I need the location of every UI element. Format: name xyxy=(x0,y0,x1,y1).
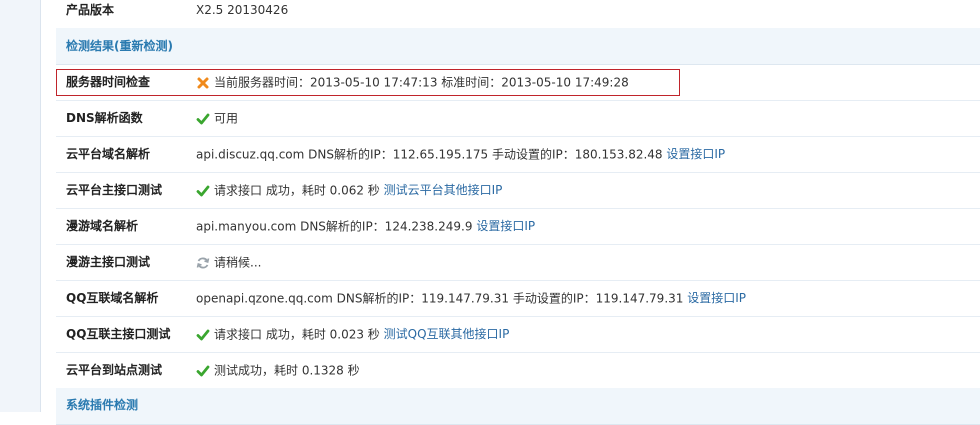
cloud-domain-row: 云平台域名解析 api.discuz.qq.com DNS解析的IP：112.6… xyxy=(56,136,980,173)
manyou-domain-value: api.manyou.com DNS解析的IP：124.238.249.9 设置… xyxy=(196,208,535,244)
qq-domain-set-ip-link[interactable]: 设置接口IP xyxy=(687,291,746,305)
site-test-text: 测试成功，耗时 0.1328 秒 xyxy=(214,363,360,378)
manyou-domain-text: api.manyou.com DNS解析的IP：124.238.249.9 xyxy=(196,219,473,234)
dns-function-label: DNS解析函数 xyxy=(66,111,143,125)
dns-function-value: 可用 xyxy=(196,100,238,136)
manyou-api-text: 请稍候... xyxy=(214,255,262,270)
server-time-row: 服务器时间检查 当前服务器时间：2013-05-10 17:47:13 标准时间… xyxy=(56,64,980,101)
manyou-domain-row: 漫游域名解析 api.manyou.com DNS解析的IP：124.238.2… xyxy=(56,208,980,245)
manyou-domain-label: 漫游域名解析 xyxy=(66,219,139,233)
cloud-api-value: 请求接口 成功，耗时 0.062 秒 测试云平台其他接口IP xyxy=(196,172,502,208)
cloud-api-row: 云平台主接口测试 请求接口 成功，耗时 0.062 秒 测试云平台其他接口IP xyxy=(56,172,980,209)
manyou-domain-set-ip-link[interactable]: 设置接口IP xyxy=(476,219,535,233)
cloud-domain-label: 云平台域名解析 xyxy=(66,147,151,161)
qq-api-value: 请求接口 成功，耗时 0.023 秒 测试QQ互联其他接口IP xyxy=(196,316,509,352)
dns-function-row: DNS解析函数 可用 xyxy=(56,100,980,137)
qq-domain-row: QQ互联域名解析 openapi.qzone.qq.com DNS解析的IP：1… xyxy=(56,280,980,317)
results-section-header: 检测结果(重新检测) xyxy=(56,28,980,65)
server-time-label: 服务器时间检查 xyxy=(66,75,151,89)
qq-api-test-other-link[interactable]: 测试QQ互联其他接口IP xyxy=(384,327,510,341)
site-test-label: 云平台到站点测试 xyxy=(66,363,163,377)
manyou-api-row: 漫游主接口测试 请稍候... xyxy=(56,244,980,281)
site-test-row: 云平台到站点测试 测试成功，耗时 0.1328 秒 xyxy=(56,352,980,389)
qq-api-label: QQ互联主接口测试 xyxy=(66,327,171,341)
check-icon xyxy=(196,329,210,340)
qq-api-text: 请求接口 成功，耗时 0.023 秒 xyxy=(214,327,380,342)
server-time-value: 当前服务器时间：2013-05-10 17:47:13 标准时间：2013-05… xyxy=(196,64,629,100)
cloud-domain-value: api.discuz.qq.com DNS解析的IP：112.65.195.17… xyxy=(196,136,725,172)
manyou-api-label: 漫游主接口测试 xyxy=(66,255,151,269)
cloud-domain-text: api.discuz.qq.com DNS解析的IP：112.65.195.17… xyxy=(196,147,663,162)
left-sidebar-strip xyxy=(0,0,41,412)
product-version-row: 产品版本 X2.5 20130426 xyxy=(56,0,980,29)
results-section-title[interactable]: 检测结果(重新检测) xyxy=(66,28,173,64)
dns-function-text: 可用 xyxy=(214,111,239,126)
check-icon xyxy=(196,113,210,124)
check-icon xyxy=(196,185,210,196)
qq-domain-label: QQ互联域名解析 xyxy=(66,291,159,305)
cloud-api-label: 云平台主接口测试 xyxy=(66,183,163,197)
x-icon xyxy=(197,77,209,88)
cloud-diagnostics-panel: 产品版本 X2.5 20130426 检测结果(重新检测) 服务器时间检查 当前… xyxy=(56,0,980,425)
product-version-value: X2.5 20130426 xyxy=(196,3,289,17)
manyou-api-value: 请稍候... xyxy=(196,244,261,280)
site-test-value: 测试成功，耗时 0.1328 秒 xyxy=(196,352,360,388)
product-version-label: 产品版本 xyxy=(66,3,115,17)
plugins-section-header: 系统插件检测 xyxy=(56,388,980,425)
qq-domain-text: openapi.qzone.qq.com DNS解析的IP：119.147.79… xyxy=(196,291,684,306)
cloud-api-text: 请求接口 成功，耗时 0.062 秒 xyxy=(214,183,380,198)
server-time-text: 当前服务器时间：2013-05-10 17:47:13 标准时间：2013-05… xyxy=(214,75,629,90)
refresh-icon xyxy=(196,257,210,268)
qq-api-row: QQ互联主接口测试 请求接口 成功，耗时 0.023 秒 测试QQ互联其他接口I… xyxy=(56,316,980,353)
cloud-domain-set-ip-link[interactable]: 设置接口IP xyxy=(666,147,725,161)
plugins-section-title: 系统插件检测 xyxy=(66,398,139,412)
cloud-api-test-other-link[interactable]: 测试云平台其他接口IP xyxy=(384,183,503,197)
qq-domain-value: openapi.qzone.qq.com DNS解析的IP：119.147.79… xyxy=(196,280,746,316)
check-icon xyxy=(196,365,210,376)
